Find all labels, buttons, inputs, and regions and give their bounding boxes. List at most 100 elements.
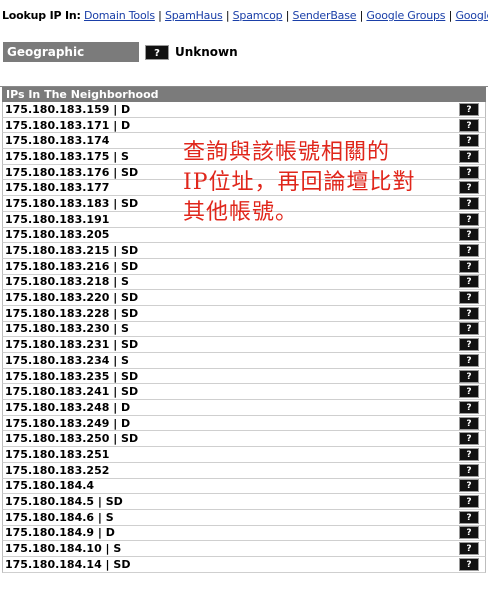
separator: | xyxy=(448,9,453,22)
ip-help-button[interactable]: ? xyxy=(459,432,479,446)
ip-entry: 175.180.183.177 xyxy=(5,181,110,195)
ip-help-button[interactable]: ? xyxy=(459,212,479,226)
ip-help-button[interactable]: ? xyxy=(459,463,479,477)
ip-entry: 175.180.184.9 | D xyxy=(5,526,115,540)
ip-help-button[interactable]: ? xyxy=(459,244,479,258)
ip-help-button[interactable]: ? xyxy=(459,228,479,242)
ip-entry: 175.180.184.5 | SD xyxy=(5,495,123,509)
ip-entry: 175.180.183.218 | S xyxy=(5,275,129,289)
separator: | xyxy=(158,9,162,22)
ip-help-button[interactable]: ? xyxy=(459,118,479,132)
table-row: 175.180.183.220 | SD? xyxy=(2,290,486,306)
neighborhood-rows: 175.180.183.159 | D? 175.180.183.171 | D?… xyxy=(2,102,486,573)
ip-help-button[interactable]: ? xyxy=(459,557,479,571)
ip-help-button[interactable]: ? xyxy=(459,322,479,336)
ip-entry: 175.180.184.4 xyxy=(5,479,95,493)
separator: | xyxy=(225,9,230,22)
ip-entry: 175.180.183.171 | D xyxy=(5,118,131,132)
table-row: 175.180.183.183 | SD? xyxy=(2,196,486,212)
ip-entry: 175.180.184.6 | S xyxy=(5,510,114,524)
ip-help-button[interactable]: ? xyxy=(459,542,479,556)
table-row: 175.180.184.6 | S? xyxy=(2,509,486,526)
ip-entry: 175.180.184.10 | S xyxy=(5,542,122,556)
neighborhood-header: IPs In The Neighborhood xyxy=(2,87,486,102)
ip-help-button[interactable]: ? xyxy=(459,369,479,383)
geo-location-row: Geographic Location ? Unknown xyxy=(3,42,238,79)
link-google-groups[interactable]: Google Groups xyxy=(366,9,445,22)
ip-entry: 175.180.183.228 | SD xyxy=(5,306,139,320)
link-google[interactable]: Google xyxy=(455,9,488,22)
ip-entry: 175.180.183.183 | SD xyxy=(5,196,139,210)
ip-help-button[interactable]: ? xyxy=(459,181,479,195)
ip-entry: 175.180.183.249 | D xyxy=(5,416,131,430)
table-row: 175.180.184.14 | SD? xyxy=(2,556,486,573)
link-spamhaus[interactable]: SpamHaus xyxy=(165,9,223,22)
geo-location-value: Unknown xyxy=(175,45,238,59)
ip-help-button[interactable]: ? xyxy=(459,400,479,414)
neighborhood-table: IPs In The Neighborhood 175.180.183.159 … xyxy=(0,86,488,573)
ip-help-button[interactable]: ? xyxy=(459,259,479,273)
ip-help-button[interactable]: ? xyxy=(459,275,479,289)
ip-entry: 175.180.183.241 | SD xyxy=(5,385,139,399)
ip-entry: 175.180.183.176 | SD xyxy=(5,165,139,179)
ip-entry: 175.180.183.250 | SD xyxy=(5,432,139,446)
ip-entry: 175.180.183.230 | S xyxy=(5,322,129,336)
table-row: 175.180.183.215 | SD? xyxy=(2,243,486,259)
table-row: 175.180.183.205? xyxy=(2,227,486,244)
table-row: 175.180.183.235 | SD? xyxy=(2,368,486,385)
table-row: 175.180.183.176 | SD? xyxy=(2,164,486,181)
ip-help-button[interactable]: ? xyxy=(459,495,479,509)
ip-help-button[interactable]: ? xyxy=(459,353,479,367)
ip-help-button[interactable]: ? xyxy=(459,447,479,461)
ip-help-button[interactable]: ? xyxy=(459,134,479,148)
table-row: 175.180.183.228 | SD? xyxy=(2,305,486,322)
ip-entry: 175.180.183.191 xyxy=(5,212,110,226)
table-row: 175.180.183.191? xyxy=(2,211,486,228)
ip-help-button[interactable]: ? xyxy=(459,479,479,493)
separator: | xyxy=(285,9,290,22)
ip-entry: 175.180.184.14 | SD xyxy=(5,557,131,571)
ip-help-button[interactable]: ? xyxy=(459,338,479,352)
ip-help-button[interactable]: ? xyxy=(459,416,479,430)
ip-help-button[interactable]: ? xyxy=(459,102,479,116)
geo-help-button[interactable]: ? xyxy=(145,44,169,60)
ip-help-button[interactable]: ? xyxy=(459,149,479,163)
link-domain-tools[interactable]: Domain Tools xyxy=(84,9,155,22)
lookup-bar: Lookup IP In: Domain Tools | SpamHaus | … xyxy=(2,9,488,22)
table-row: 175.180.184.10 | S? xyxy=(2,541,486,557)
table-row: 175.180.183.251? xyxy=(2,447,486,463)
ip-entry: 175.180.183.175 | S xyxy=(5,149,129,163)
table-row: 175.180.183.250 | SD? xyxy=(2,431,486,448)
ip-help-button[interactable]: ? xyxy=(459,291,479,305)
ip-help-button[interactable]: ? xyxy=(459,385,479,399)
ip-entry: 175.180.183.220 | SD xyxy=(5,291,139,305)
table-row: 175.180.183.174? xyxy=(2,133,486,150)
ip-entry: 175.180.183.215 | SD xyxy=(5,244,139,258)
ip-help-button[interactable]: ? xyxy=(459,165,479,179)
table-row: 175.180.183.231 | SD? xyxy=(2,337,486,353)
ip-help-button[interactable]: ? xyxy=(459,306,479,320)
link-spamcop[interactable]: Spamcop xyxy=(233,9,283,22)
lookup-label: Lookup IP In: xyxy=(2,9,81,22)
table-row: 175.180.183.249 | D? xyxy=(2,415,486,432)
table-row: 175.180.184.4? xyxy=(2,478,486,495)
table-row: 175.180.183.234 | S? xyxy=(2,353,486,369)
table-row: 175.180.183.230 | S? xyxy=(2,321,486,338)
ip-entry: 175.180.183.235 | SD xyxy=(5,369,139,383)
table-row: 175.180.183.175 | S? xyxy=(2,149,486,165)
geo-location-label: Geographic Location xyxy=(3,42,139,79)
link-senderbase[interactable]: SenderBase xyxy=(293,9,357,22)
table-row: 175.180.183.252? xyxy=(2,462,486,479)
ip-help-button[interactable]: ? xyxy=(459,510,479,524)
ip-entry: 175.180.183.174 xyxy=(5,134,110,148)
table-row: 175.180.183.241 | SD? xyxy=(2,384,486,401)
ip-help-button[interactable]: ? xyxy=(459,526,479,540)
separator: | xyxy=(359,9,364,22)
ip-entry: 175.180.183.234 | S xyxy=(5,353,129,367)
ip-help-button[interactable]: ? xyxy=(459,196,479,210)
ip-entry: 175.180.183.231 | SD xyxy=(5,338,139,352)
table-row: 175.180.183.159 | D? xyxy=(2,102,486,118)
table-row: 175.180.183.218 | S? xyxy=(2,274,486,291)
ip-entry: 175.180.183.251 xyxy=(5,447,110,461)
table-row: 175.180.184.9 | D? xyxy=(2,525,486,542)
